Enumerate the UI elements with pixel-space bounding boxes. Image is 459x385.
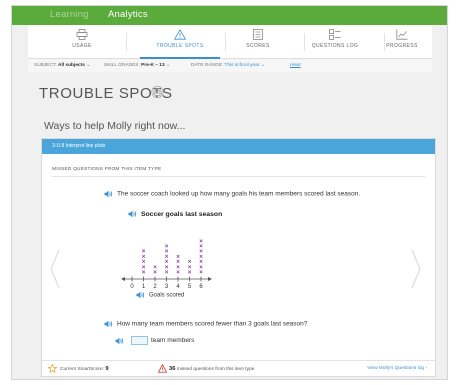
answer-input[interactable] — [131, 336, 148, 345]
trouble-spot-card: 3-U.8 Interpret line plots MISSED QUESTI… — [41, 138, 436, 377]
analytics-subnav: USAGE TROUBLE SPOTS SCORES QUESTIONS LOG… — [28, 25, 432, 59]
star-icon — [47, 363, 58, 375]
usage-icon — [76, 29, 88, 40]
answer-row: team members — [115, 336, 194, 345]
subnav-progress[interactable]: PROGRESS — [362, 25, 442, 59]
subject-filter[interactable]: SUBJECT: All subjects ⌄ — [34, 63, 90, 68]
filter-bar: SUBJECT: All subjects ⌄ SKILL GRADES: Pr… — [28, 59, 432, 72]
x-tick-label: 5 — [188, 284, 192, 290]
app-frame: Learning Analytics USAGE TROUBLE SPOTS S… — [11, 5, 448, 380]
axis-arrow-left — [121, 277, 125, 281]
subnav-usage-label: USAGE — [72, 43, 92, 49]
x-tick-label: 6 — [199, 284, 203, 290]
subnav-progress-label: PROGRESS — [386, 43, 418, 49]
smartscore-value: 9 — [105, 366, 109, 372]
question-1: The soccer coach looked up how many goal… — [104, 190, 360, 198]
tab-analytics[interactable]: Analytics — [108, 9, 148, 20]
skill-name: 3-U.8 Interpret line plots — [52, 143, 106, 149]
plot-mark: × — [153, 264, 157, 271]
question-2-text: How many team members scored fewer than … — [117, 320, 308, 328]
divider — [52, 176, 425, 177]
previous-arrow-icon[interactable] — [50, 249, 60, 289]
axis-arrow-right — [208, 277, 212, 281]
warning-icon — [174, 29, 186, 40]
plot-title-text: Soccer goals last season — [141, 210, 223, 218]
x-tick-label: 2 — [153, 284, 157, 290]
questions-log-icon — [329, 29, 341, 40]
subnav-scores-label: SCORES — [246, 43, 270, 49]
questions-log-link[interactable]: View Molly's Questions log › — [367, 366, 427, 371]
next-arrow-icon[interactable] — [411, 249, 421, 289]
x-axis-label: Goals scored — [136, 291, 184, 299]
x-tick-label: 4 — [176, 284, 180, 290]
reset-link[interactable]: reset — [290, 63, 301, 68]
plot-title: Soccer goals last season — [128, 210, 222, 218]
printer-icon[interactable] — [151, 86, 164, 98]
skill-header[interactable]: 3-U.8 Interpret line plots — [42, 139, 435, 154]
plot-mark: × — [142, 248, 146, 255]
smartscore: Current SmartScore: 9 — [60, 366, 109, 372]
line-plot: 0 1×××××2××3××××××4××××5×××6××××××× — [121, 238, 212, 290]
grades-filter[interactable]: SKILL GRADES: Pre-K – 13 ⌄ — [104, 63, 170, 68]
progress-icon — [396, 29, 408, 40]
missed-count: 36 missed questions from this item type — [169, 366, 255, 372]
plot-mark: × — [188, 259, 192, 266]
plot-mark: × — [199, 238, 203, 245]
plot-mark: × — [165, 243, 169, 250]
subnav-usage[interactable]: USAGE — [42, 25, 122, 59]
missed-questions-label: MISSED QUESTIONS FROM THIS ITEM TYPE — [52, 167, 162, 172]
plot-mark: × — [176, 253, 180, 260]
question-2: How many team members scored fewer than … — [104, 320, 307, 328]
x-axis-label-text: Goals scored — [149, 292, 185, 299]
speaker-icon[interactable] — [136, 291, 145, 299]
subnav-scores[interactable]: SCORES — [218, 25, 298, 59]
top-nav: Learning Analytics — [12, 6, 447, 25]
card-footer: Current SmartScore: 9 36 missed question… — [42, 360, 435, 376]
answer-suffix: team members — [151, 337, 195, 345]
x-tick-label: 0 — [130, 284, 134, 290]
date-range-filter[interactable]: DATE RANGE: This school year ⌄ — [191, 63, 265, 68]
x-tick-label: 3 — [165, 284, 169, 290]
help-heading: Ways to help Molly right now... — [44, 120, 186, 132]
speaker-icon[interactable] — [128, 210, 137, 218]
x-tick-label: 1 — [142, 284, 146, 290]
tab-learning[interactable]: Learning — [50, 9, 89, 20]
question-1-text: The soccer coach looked up how many goal… — [117, 190, 361, 198]
warning-icon — [157, 363, 168, 375]
subnav-trouble-spots-label: TROUBLE SPOTS — [156, 43, 204, 49]
scores-icon — [253, 29, 263, 40]
subnav-trouble-spots[interactable]: TROUBLE SPOTS — [140, 25, 220, 59]
speaker-icon[interactable] — [104, 190, 113, 198]
speaker-icon[interactable] — [115, 337, 124, 345]
speaker-icon[interactable] — [104, 320, 113, 328]
